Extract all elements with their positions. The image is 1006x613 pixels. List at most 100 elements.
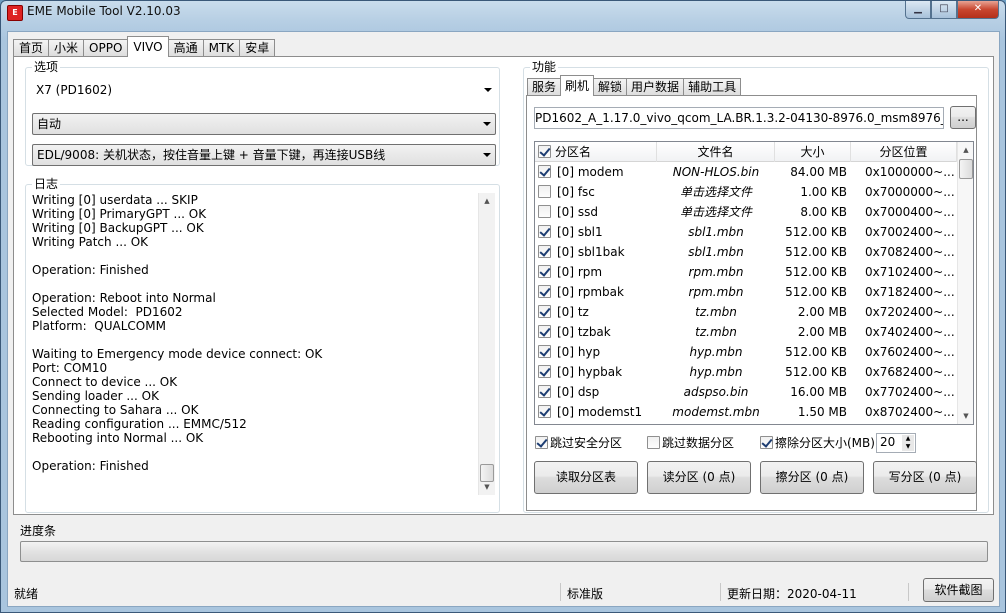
partition-location: 0x7082400~... — [865, 245, 955, 259]
erase-size-spinner[interactable]: 20 ▲ ▼ — [876, 433, 916, 453]
partition-file[interactable]: tz.mbn — [657, 322, 775, 342]
partition-file[interactable]: 单击选择文件 — [657, 202, 775, 222]
partition-scrollbar[interactable]: ▲ ▼ — [957, 142, 973, 424]
model-select[interactable]: X7 (PD1602) — [32, 80, 496, 102]
erase-size-label[interactable]: 擦除分区大小(MB) — [775, 435, 875, 451]
spin-down-icon[interactable]: ▼ — [902, 443, 914, 451]
vivo-tab-panel: 选项 X7 (PD1602) 自动 EDL/9008: 关机状态，按住音量上键 … — [13, 56, 994, 515]
tab-android[interactable]: 安卓 — [239, 39, 276, 57]
partition-file[interactable]: tz.mbn — [657, 302, 775, 322]
tab-home[interactable]: 首页 — [13, 39, 50, 57]
partition-checkbox[interactable] — [538, 345, 551, 358]
partition-file[interactable]: sbl1.mbn — [657, 222, 775, 242]
partition-file[interactable]: rpm.mbn — [657, 282, 775, 302]
mode-value: 自动 — [37, 117, 62, 131]
partition-checkbox[interactable] — [538, 385, 551, 398]
partition-row[interactable]: [0] hypbak hyp.mbn 512.00 KB 0x7682400~... — [535, 362, 957, 382]
skip-data-label[interactable]: 跳过数据分区 — [662, 435, 734, 451]
partition-row[interactable]: [0] modem NON-HLOS.bin 84.00 MB 0x1000000~.… — [535, 162, 957, 182]
tab-oppo[interactable]: OPPO — [83, 39, 129, 57]
log-output[interactable]: Writing [0] userdata ... SKIP Writing [0]… — [32, 193, 503, 509]
col-location[interactable]: 分区位置 — [851, 142, 957, 162]
erase-partition-button[interactable]: 擦分区 (0 点) — [760, 461, 864, 494]
tab-tools[interactable]: 辅助工具 — [683, 78, 742, 96]
partition-checkbox[interactable] — [538, 205, 551, 218]
minimize-icon[interactable]: ▁ — [905, 1, 931, 19]
scroll-up-icon[interactable]: ▲ — [958, 142, 973, 158]
tab-service[interactable]: 服务 — [527, 78, 562, 96]
partition-name: [0] fsc — [557, 185, 595, 199]
erase-size-checkbox[interactable] — [760, 436, 773, 449]
partition-row[interactable]: [0] tzbak tz.mbn 2.00 MB 0x7402400~... — [535, 322, 957, 342]
log-scrollbar[interactable]: ▲ ▼ — [478, 193, 495, 495]
partition-location: 0x1000000~... — [865, 165, 955, 179]
partition-checkbox[interactable] — [538, 405, 551, 418]
partition-checkbox[interactable] — [538, 245, 551, 258]
partition-file[interactable]: hyp.mbn — [657, 362, 775, 382]
tab-mtk[interactable]: MTK — [202, 39, 241, 57]
partition-file[interactable]: hyp.mbn — [657, 342, 775, 362]
partition-row[interactable]: [0] modemst1 modemst.mbn 1.50 MB 0x8702400~… — [535, 402, 957, 422]
partition-location: 0x7702400~... — [865, 385, 955, 399]
spin-up-icon[interactable]: ▲ — [902, 435, 914, 443]
tab-flash[interactable]: 刷机 — [560, 75, 595, 96]
partition-list[interactable]: 分区名 文件名 大小 分区位置 [0] modem NON-HLOS.bin 84.… — [534, 141, 974, 425]
partition-location: 0x7402400~... — [865, 325, 955, 339]
partition-checkbox[interactable] — [538, 365, 551, 378]
partition-file[interactable]: rpm.mbn — [657, 262, 775, 282]
partition-row[interactable]: [0] sbl1 sbl1.mbn 512.00 KB 0x7002400~... — [535, 222, 957, 242]
partition-checkbox[interactable] — [538, 185, 551, 198]
partition-checkbox[interactable] — [538, 305, 551, 318]
partition-file[interactable]: modemst.mbn — [657, 402, 775, 422]
partition-row[interactable]: [0] rpmbak rpm.mbn 512.00 KB 0x7182400~... — [535, 282, 957, 302]
log-title: 日志 — [32, 177, 61, 191]
maximize-icon[interactable]: □ — [931, 1, 957, 19]
scroll-thumb[interactable] — [959, 159, 973, 179]
col-size[interactable]: 大小 — [775, 142, 851, 162]
partition-file[interactable]: sbl1.mbn — [657, 242, 775, 262]
close-icon[interactable]: ✕ — [957, 1, 999, 19]
skip-data-checkbox[interactable] — [647, 436, 660, 449]
partition-size: 1.00 KB — [800, 185, 847, 199]
skip-secure-checkbox[interactable] — [535, 436, 548, 449]
partition-checkbox[interactable] — [538, 285, 551, 298]
partition-file[interactable]: adspso.bin — [657, 382, 775, 402]
partition-checkbox[interactable] — [538, 165, 551, 178]
edl-hint-select[interactable]: EDL/9008: 关机状态，按住音量上键 + 音量下键，再连接USB线 — [32, 144, 496, 166]
tab-unlock[interactable]: 解锁 — [593, 78, 628, 96]
tab-user-data[interactable]: 用户数据 — [626, 78, 685, 96]
partition-row[interactable]: [0] sbl1bak sbl1.mbn 512.00 KB 0x7082400~..… — [535, 242, 957, 262]
title-bar[interactable]: E EME Mobile Tool V2.10.03 ▁ □ ✕ — [1, 1, 1005, 31]
write-partition-button[interactable]: 写分区 (0 点) — [873, 461, 977, 494]
tab-qualcomm[interactable]: 高通 — [167, 39, 204, 57]
partition-checkbox[interactable] — [538, 265, 551, 278]
partition-row[interactable]: [0] ssd 单击选择文件 8.00 KB 0x7000400~... — [535, 202, 957, 222]
browse-button[interactable]: ... — [950, 106, 976, 129]
partition-file[interactable]: NON-HLOS.bin — [657, 162, 775, 182]
col-partition-name[interactable]: 分区名 — [553, 142, 657, 162]
scroll-up-icon[interactable]: ▲ — [479, 193, 495, 209]
partition-file[interactable]: modemst.mbn — [657, 422, 775, 424]
scroll-down-icon[interactable]: ▼ — [479, 479, 495, 495]
partition-row[interactable]: [0] dsp adspso.bin 16.00 MB 0x7702400~... — [535, 382, 957, 402]
read-partition-button[interactable]: 读分区 (0 点) — [647, 461, 751, 494]
scroll-down-icon[interactable]: ▼ — [958, 408, 973, 424]
partition-row[interactable]: [0] hyp hyp.mbn 512.00 KB 0x7602400~... — [535, 342, 957, 362]
partition-row[interactable]: [0] rpm rpm.mbn 512.00 KB 0x7102400~... — [535, 262, 957, 282]
partition-file[interactable]: 单击选择文件 — [657, 182, 775, 202]
read-partition-table-button[interactable]: 读取分区表 — [534, 461, 638, 494]
partition-checkbox[interactable] — [538, 225, 551, 238]
tab-vivo[interactable]: VIVO — [127, 36, 169, 57]
partition-row[interactable]: [0] tz tz.mbn 2.00 MB 0x7202400~... — [535, 302, 957, 322]
partition-row[interactable]: [0] fsc 单击选择文件 1.00 KB 0x7000000~... — [535, 182, 957, 202]
firmware-path-field[interactable]: PD1602_A_1.17.0_vivo_qcom_LA.BR.1.3.2-04… — [534, 107, 944, 129]
screenshot-button[interactable]: 软件截图 — [923, 578, 994, 602]
skip-secure-label[interactable]: 跳过安全分区 — [550, 435, 622, 451]
mode-select[interactable]: 自动 — [32, 113, 496, 135]
partition-checkbox[interactable] — [538, 325, 551, 338]
tab-xiaomi[interactable]: 小米 — [48, 39, 85, 57]
col-file-name[interactable]: 文件名 — [657, 142, 775, 162]
partition-row[interactable]: [0] modemst2modemst.mbn1.50 MB 0x8882400~… — [535, 422, 957, 424]
select-all-checkbox[interactable] — [538, 145, 551, 158]
